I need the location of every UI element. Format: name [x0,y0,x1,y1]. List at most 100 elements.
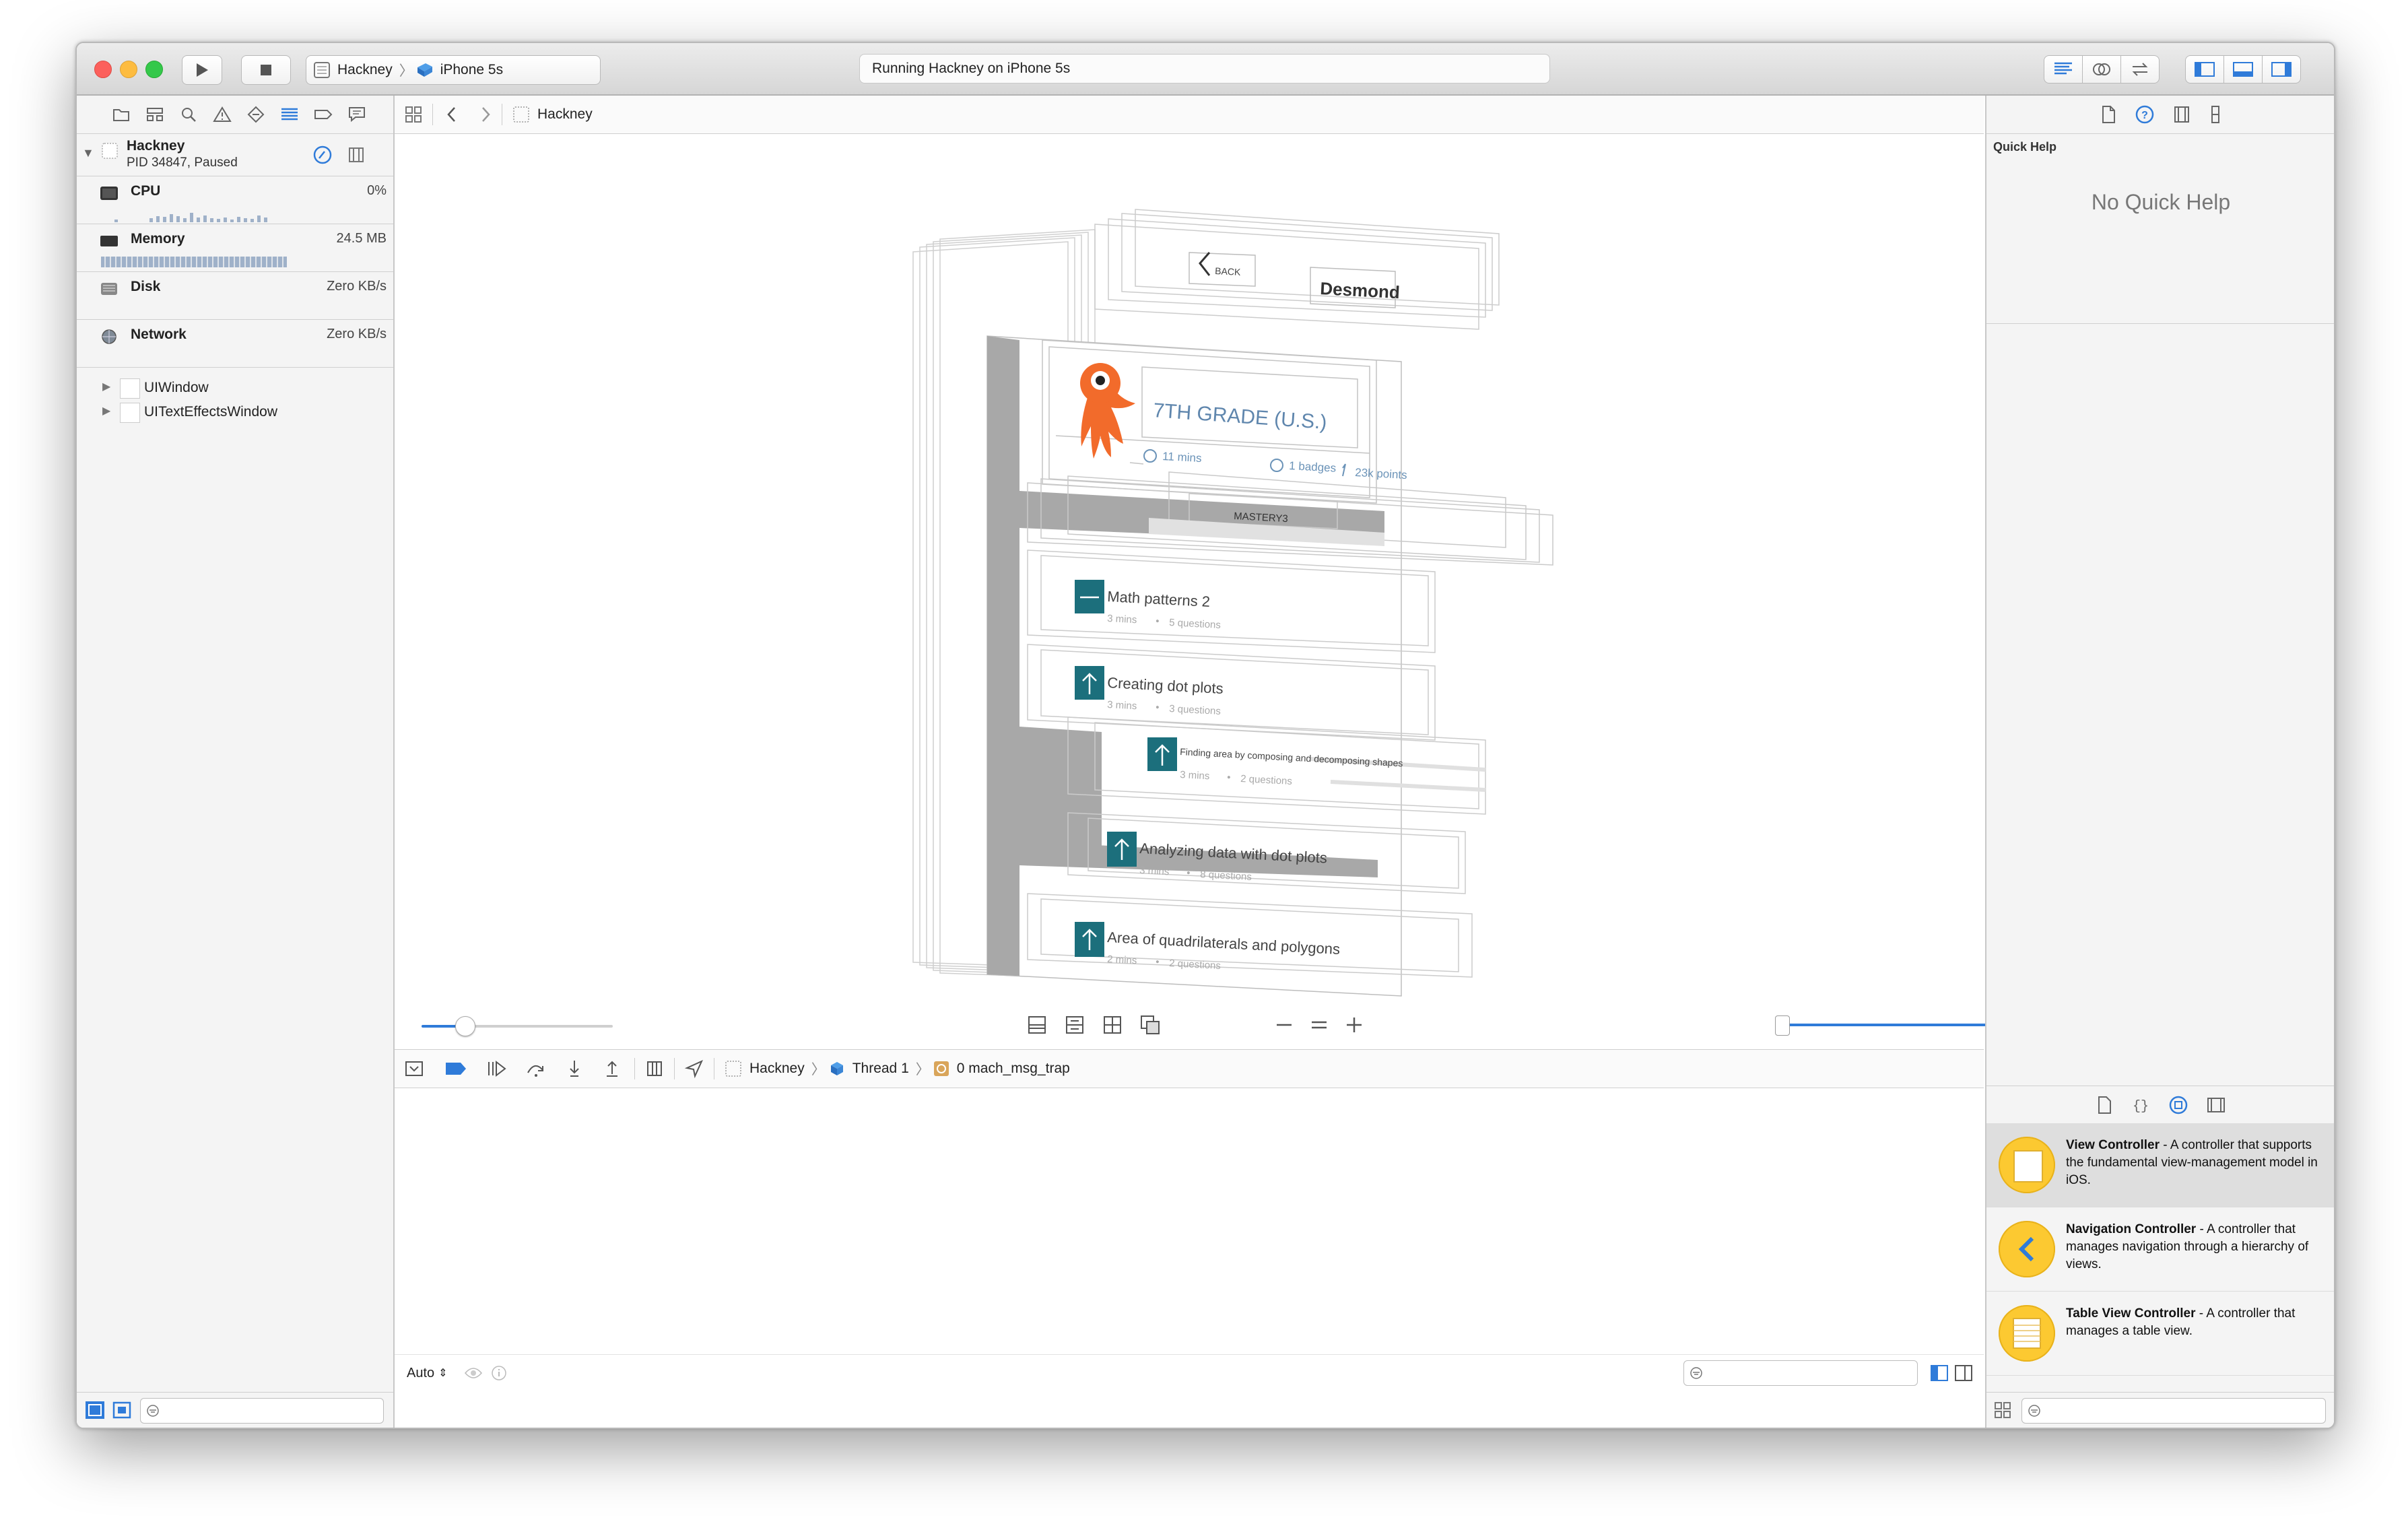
view-hierarchy-icon[interactable] [346,145,366,165]
run-button[interactable] [182,55,222,85]
tab-project-navigator[interactable] [109,102,133,127]
console-area[interactable]: Auto ⇕ [395,1088,1984,1391]
file-template-icon[interactable] [2096,1095,2113,1115]
forward-arrow-icon[interactable] [479,105,492,124]
inspector-tab-bar: ? [1986,96,2334,134]
spacing-slider-knob[interactable] [455,1016,475,1036]
tree-item-label: UITextEffectsWindow [144,404,278,420]
tab-issue-navigator[interactable] [210,102,234,127]
step-out-icon[interactable] [602,1059,622,1079]
object-library-icon[interactable] [2168,1095,2188,1115]
zoom-actual-size-icon[interactable] [1309,1014,1329,1036]
show-console-view-icon[interactable] [1954,1364,1973,1382]
tree-item-uiwindow[interactable]: ▶ UIWindow [77,376,393,400]
scheme-selector[interactable]: Hackney 〉 iPhone 5s [306,55,601,85]
disclosure-triangle-open-icon[interactable]: ▼ [82,146,94,160]
debug-crumb-thread[interactable]: Thread 1 [852,1061,909,1077]
scheme-device-label[interactable]: iPhone 5s [440,62,503,78]
toggle-navigator-button[interactable] [2185,55,2224,84]
info-icon[interactable] [491,1365,507,1381]
gauge-cpu[interactable]: CPU 0% [77,176,393,224]
gauge-value: Zero KB/s [327,279,387,294]
library-item-table-view-controller[interactable]: Table View Controller - A controller tha… [1986,1292,2334,1376]
standard-editor-button[interactable] [2044,55,2083,84]
show-primary-views-icon[interactable] [85,1401,105,1420]
toggle-utilities-button[interactable] [2262,55,2301,84]
activity-status-icon[interactable] [312,145,333,165]
tree-item-uitexteffectswindow[interactable]: ▶ UITextEffectsWindow [77,400,393,424]
toggle-debug-area-button[interactable] [2223,55,2263,84]
related-items-icon[interactable] [404,105,423,124]
navigator-filter-bar [77,1392,393,1428]
library-filter-field[interactable] [2021,1398,2326,1424]
scheme-target-label[interactable]: Hackney [337,62,393,78]
gauge-network[interactable]: Network Zero KB/s [77,320,393,368]
process-row[interactable]: ▼ Hackney PID 34847, Paused [77,134,393,176]
spacing-slider-track[interactable] [422,1016,613,1036]
tab-report-navigator[interactable] [345,102,369,127]
show-constraints-icon[interactable] [1064,1014,1085,1036]
media-library-icon[interactable] [2206,1095,2226,1115]
gauge-value: Zero KB/s [327,327,387,341]
view-debugger-canvas[interactable]: BACK Desmond 7TH GRADE (U.S.) 11 mins 1 … [395,134,1984,1048]
tab-test-navigator[interactable] [244,102,268,127]
back-arrow-icon[interactable] [445,105,459,124]
simulator-device-icon [417,63,432,77]
stop-button[interactable] [241,55,291,85]
grid-view-icon[interactable] [1993,1401,2012,1420]
gauge-disk[interactable]: Disk Zero KB/s [77,272,393,320]
wireframe-grid-icon[interactable] [1102,1014,1123,1036]
assistant-editor-button[interactable] [2082,55,2121,84]
disclosure-triangle-closed-icon[interactable]: ▶ [102,380,110,393]
hide-debug-area-icon[interactable] [404,1059,424,1079]
continue-icon[interactable] [486,1059,508,1078]
view-visibility-control [2185,55,2301,84]
size-inspector-icon[interactable] [2209,104,2222,125]
breakpoints-toggle-icon[interactable] [444,1060,467,1077]
step-into-icon[interactable] [564,1059,584,1079]
jump-bar-item[interactable]: Hackney [537,106,593,123]
eye-icon[interactable] [464,1366,483,1380]
library-item-view-controller[interactable]: View Controller - A controller that supp… [1986,1123,2334,1207]
content-wireframe-icon[interactable] [1139,1014,1161,1036]
lesson-dot: • [1186,867,1191,879]
tab-symbol-navigator[interactable] [143,102,167,127]
code-snippet-icon[interactable]: {} [2131,1095,2151,1115]
stop-icon [261,65,271,75]
lesson-mins: 3 mins [1139,865,1170,877]
debug-view-hierarchy-icon[interactable] [644,1059,665,1079]
zoom-window-button[interactable] [145,61,163,78]
library-item-name: Navigation Controller [2066,1222,2197,1236]
version-editor-button[interactable] [2120,55,2160,84]
show-variables-view-icon[interactable] [1930,1364,1949,1382]
debug-crumb-frame[interactable]: 0 mach_msg_trap [957,1061,1070,1077]
visible-range-slider[interactable] [1775,1015,2026,1036]
debug-crumb-process[interactable]: Hackney [749,1061,805,1077]
simulate-location-icon[interactable] [684,1059,704,1079]
close-window-button[interactable] [94,61,112,78]
zoom-in-icon[interactable] [1344,1014,1364,1036]
tab-breakpoint-navigator[interactable] [311,102,335,127]
range-slider-left-handle[interactable] [1775,1015,1790,1036]
navigator-filter-field[interactable] [140,1398,384,1424]
tab-debug-navigator[interactable] [277,102,302,127]
zoom-out-icon[interactable] [1274,1014,1294,1036]
quick-help-icon[interactable]: ? [2135,104,2155,125]
gauge-memory[interactable]: Memory 24.5 MB [77,224,393,272]
minimize-window-button[interactable] [120,61,137,78]
library-item-navigation-controller[interactable]: Navigation Controller - A controller tha… [1986,1207,2334,1292]
lesson-mins: 3 mins [1180,769,1210,782]
view-hierarchy-3d[interactable]: BACK Desmond 7TH GRADE (U.S.) 11 mins 1 … [395,134,1984,1003]
lesson-dot: • [1156,702,1160,713]
navigator-area: ▼ Hackney PID 34847, Paused CPU 0% Memor… [77,96,395,1428]
file-inspector-icon[interactable] [2100,104,2117,125]
stat-mins: 11 mins [1162,450,1202,465]
tab-find-navigator[interactable] [176,102,201,127]
show-clipped-views-icon[interactable] [112,1401,132,1420]
object-inspector-icon[interactable] [2172,104,2191,125]
console-mode-popup[interactable]: Auto [407,1366,434,1381]
step-over-icon[interactable] [525,1059,547,1078]
show-clipped-content-icon[interactable] [1026,1014,1048,1036]
disclosure-triangle-closed-icon[interactable]: ▶ [102,404,110,418]
console-filter-field[interactable] [1683,1360,1918,1386]
